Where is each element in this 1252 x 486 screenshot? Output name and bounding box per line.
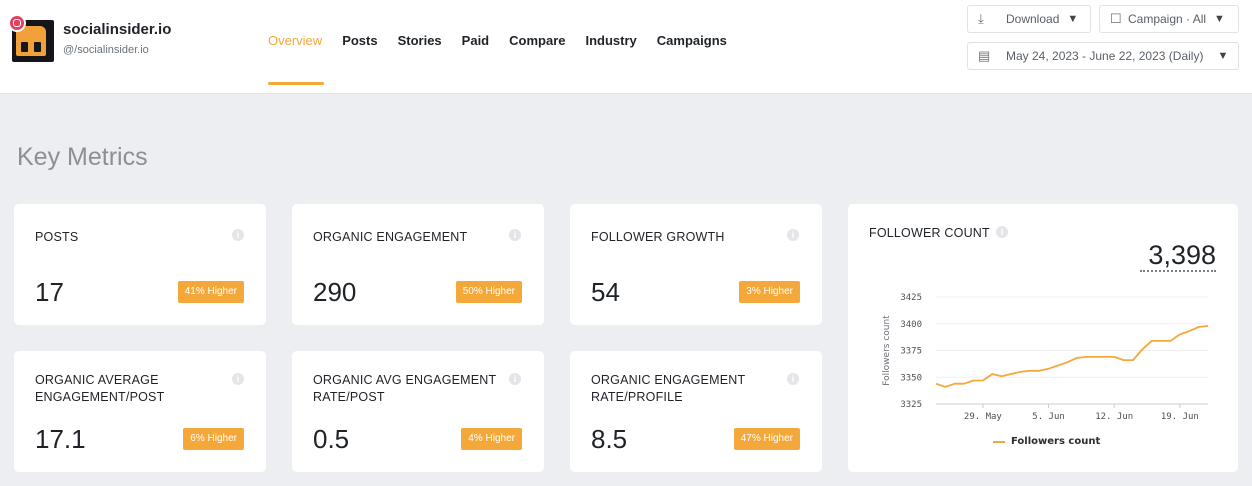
metric-card-organic-engagement: ORGANIC ENGAGEMENT i 290 50% Higher	[292, 204, 544, 325]
metric-value: 17	[35, 277, 64, 307]
tab-campaigns[interactable]: Campaigns	[657, 33, 727, 48]
main-nav: Overview Posts Stories Paid Compare Indu…	[268, 33, 747, 48]
metric-value: 54	[591, 277, 620, 307]
metric-label: ORGANIC ENGAGEMENT RATE/PROFILE	[591, 373, 746, 404]
comparison-badge: 41% Higher	[177, 281, 244, 303]
y-tick-label: 3425	[900, 293, 922, 303]
info-icon[interactable]: i	[787, 373, 799, 385]
tab-compare[interactable]: Compare	[509, 33, 565, 48]
x-tick-label: 5. Jun	[1032, 412, 1065, 422]
y-axis-label: Followers count	[882, 315, 892, 386]
active-tab-indicator	[268, 82, 324, 85]
metric-label: POSTS	[35, 230, 79, 244]
info-icon[interactable]: i	[509, 373, 521, 385]
comparison-badge: 6% Higher	[183, 428, 244, 450]
tab-industry[interactable]: Industry	[586, 33, 637, 48]
tab-posts[interactable]: Posts	[342, 33, 377, 48]
metric-card-organic-engagement-rate-profile: ORGANIC ENGAGEMENT RATE/PROFILE i 8.5 47…	[570, 351, 822, 472]
comparison-badge: 50% Higher	[455, 281, 522, 303]
bookmark-icon: ☐	[1110, 11, 1122, 26]
info-icon[interactable]: i	[232, 373, 244, 385]
metric-value: 290	[313, 277, 357, 307]
metric-label: ORGANIC AVERAGE ENGAGEMENT/POST	[35, 373, 165, 404]
comparison-badge: 4% Higher	[461, 428, 522, 450]
metric-card-organic-average-engagement-post: ORGANIC AVERAGE ENGAGEMENT/POST i 17.1 6…	[14, 351, 266, 472]
comparison-badge: 3% Higher	[739, 281, 800, 303]
legend-label: Followers count	[1011, 436, 1101, 447]
x-tick-label: 12. Jun	[1095, 412, 1133, 422]
instagram-icon	[8, 14, 26, 32]
x-tick-label: 19. Jun	[1161, 412, 1199, 422]
brand-handle: @/socialinsider.io	[63, 44, 149, 56]
follower-chart: 3325 3350 3375 3400 3425 29. May 5. Jun 12. Jun…	[882, 293, 1209, 422]
caret-down-icon: ▼	[1214, 13, 1225, 25]
section-title: Key Metrics	[17, 143, 148, 171]
date-range-picker[interactable]: ▤ May 24, 2023 - June 22, 2023 (Daily) ▼	[967, 42, 1239, 70]
follower-count-card: FOLLOWER COUNT i 3,398 3325 3350 3375 3400 3…	[848, 204, 1238, 472]
metric-card-posts: POSTS i 17 41% Higher	[14, 204, 266, 325]
y-tick-label: 3400	[900, 320, 922, 330]
comparison-badge: 47% Higher	[733, 428, 800, 450]
tab-paid[interactable]: Paid	[462, 33, 489, 48]
metric-value: 8.5	[591, 424, 628, 454]
campaign-label: Campaign · All	[1128, 12, 1207, 26]
x-tick-label: 29. May	[964, 412, 1003, 422]
info-icon[interactable]: i	[232, 229, 244, 241]
download-button[interactable]: ⤓ Download ▼	[967, 5, 1091, 33]
metric-value: 0.5	[313, 424, 350, 454]
tab-stories[interactable]: Stories	[398, 33, 442, 48]
top-header: socialinsider.io @/socialinsider.io Over…	[0, 0, 1252, 94]
date-range-label: May 24, 2023 - June 22, 2023 (Daily)	[1006, 49, 1204, 63]
metric-card-organic-avg-engagement-rate-post: ORGANIC AVG ENGAGEMENT RATE/POST i 0.5 4…	[292, 351, 544, 472]
metric-label: ORGANIC AVG ENGAGEMENT RATE/POST	[313, 373, 497, 404]
metric-label: FOLLOWER GROWTH	[591, 230, 725, 244]
legend-swatch	[993, 440, 1005, 443]
caret-down-icon: ▼	[1217, 50, 1229, 62]
caret-down-icon: ▼	[1067, 13, 1079, 25]
info-icon[interactable]: i	[509, 229, 521, 241]
brand[interactable]: socialinsider.io @/socialinsider.io	[8, 14, 172, 62]
brand-name: socialinsider.io	[63, 21, 172, 38]
metric-label: ORGANIC ENGAGEMENT	[313, 230, 468, 244]
y-tick-label: 3375	[900, 347, 922, 357]
info-icon[interactable]: i	[787, 229, 799, 241]
calendar-icon: ▤	[978, 48, 991, 63]
y-tick-label: 3325	[900, 400, 922, 410]
metric-value: 17.1	[35, 424, 86, 454]
chart-legend[interactable]: Followers count	[993, 436, 1100, 447]
campaign-select[interactable]: ☐ Campaign · All ▼	[1099, 5, 1239, 33]
y-tick-label: 3350	[900, 373, 922, 383]
tab-overview[interactable]: Overview	[268, 33, 322, 48]
brand-logo	[8, 14, 54, 62]
download-icon: ⤓	[978, 11, 984, 26]
download-label: Download	[1006, 12, 1060, 26]
metric-card-follower-growth: FOLLOWER GROWTH i 54 3% Higher	[570, 204, 822, 325]
